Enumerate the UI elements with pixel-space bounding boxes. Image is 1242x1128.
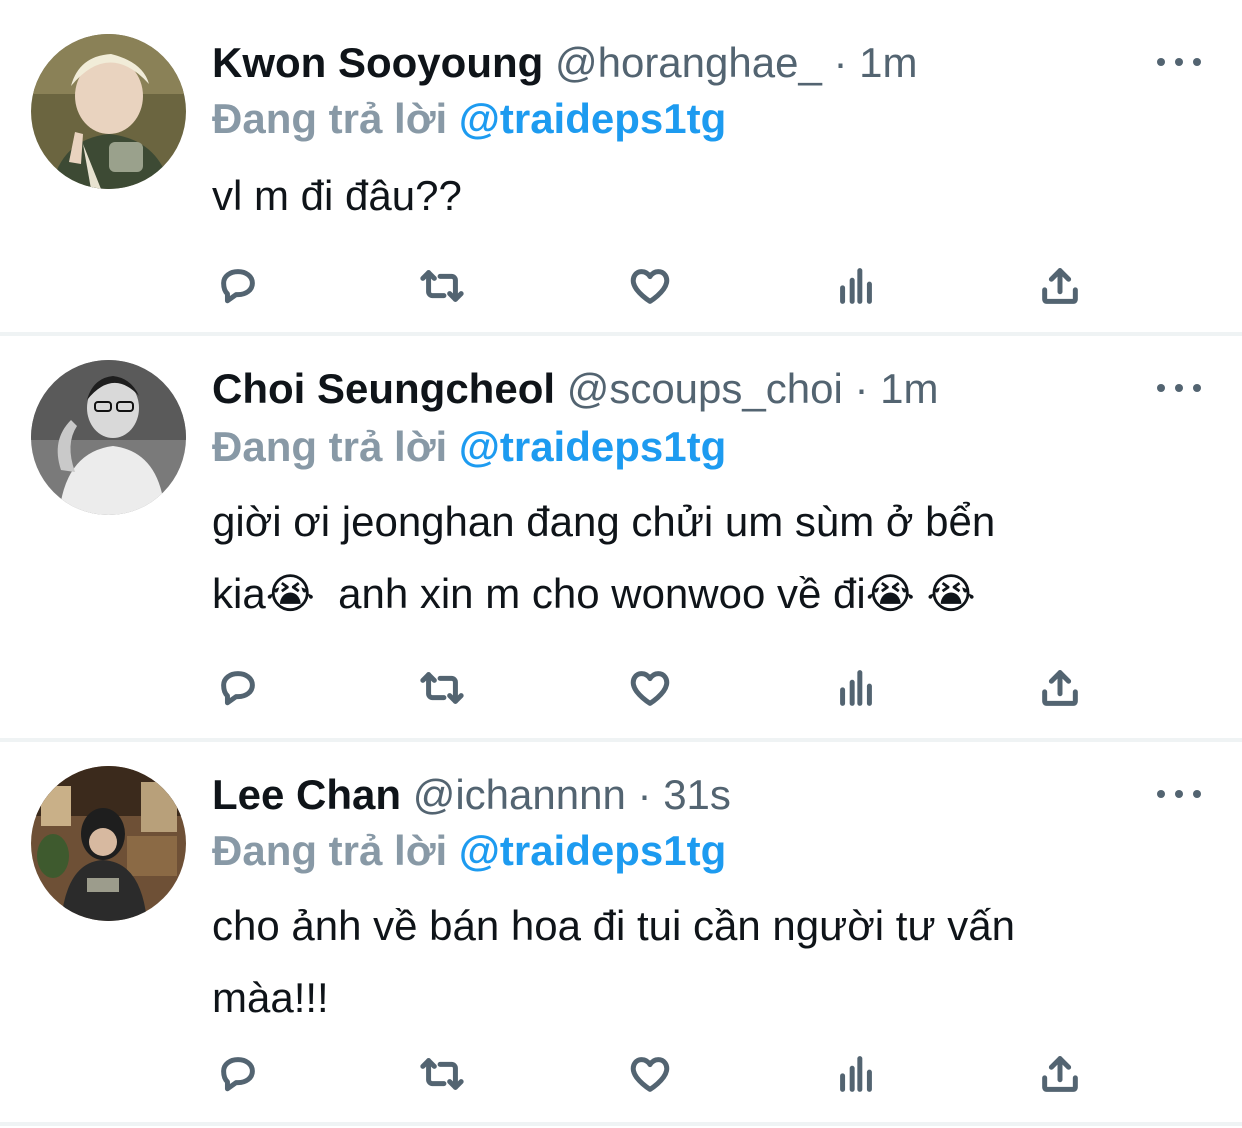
action-bar: [0, 1048, 1242, 1100]
tweet[interactable]: Lee Chan @ichannnn · 31s Đang trả lời @t…: [0, 742, 1242, 1122]
avatar-photo-icon: [31, 766, 186, 921]
author-handle[interactable]: @ichannnn: [413, 771, 626, 818]
share-icon[interactable]: [1034, 1048, 1086, 1100]
replying-to-handle[interactable]: @traideps1tg: [459, 95, 726, 142]
retweet-icon[interactable]: [416, 1048, 468, 1100]
author-name[interactable]: Kwon Sooyoung: [212, 39, 543, 86]
more-options-icon[interactable]: [1157, 784, 1201, 804]
action-bar: [0, 260, 1242, 312]
avatar-photo-icon: [31, 360, 186, 515]
author-handle[interactable]: @scoups_choi: [567, 365, 843, 412]
avatar[interactable]: [31, 360, 186, 515]
replying-to-label: Đang trả lời: [212, 827, 448, 874]
like-icon[interactable]: [624, 1048, 676, 1100]
tweet[interactable]: Choi Seungcheol @scoups_choi · 1m Đang t…: [0, 336, 1242, 738]
replying-to-handle[interactable]: @traideps1tg: [459, 423, 726, 470]
reply-icon[interactable]: [212, 662, 264, 714]
share-icon[interactable]: [1034, 662, 1086, 714]
divider: [0, 1122, 1242, 1126]
separator: ·: [833, 39, 848, 86]
author-name[interactable]: Choi Seungcheol: [212, 365, 555, 412]
reply-icon[interactable]: [212, 1048, 264, 1100]
retweet-icon[interactable]: [416, 260, 468, 312]
timestamp[interactable]: 1m: [859, 39, 917, 86]
views-icon[interactable]: [830, 260, 882, 312]
views-icon[interactable]: [830, 662, 882, 714]
avatar[interactable]: [31, 34, 186, 189]
avatar-photo-icon: [31, 34, 186, 189]
tweet[interactable]: Kwon Sooyoung @horanghae_ · 1m Đang trả …: [0, 0, 1242, 332]
tweet-text: vl m đi đâu??: [212, 172, 462, 219]
share-icon[interactable]: [1034, 260, 1086, 312]
more-options-icon[interactable]: [1157, 52, 1201, 72]
views-icon[interactable]: [830, 1048, 882, 1100]
separator: ·: [854, 365, 869, 412]
like-icon[interactable]: [624, 662, 676, 714]
tweet-text: giời ơi jeonghan đang chửi um sùm ở bển …: [212, 498, 996, 617]
like-icon[interactable]: [624, 260, 676, 312]
avatar[interactable]: [31, 766, 186, 921]
replying-to-handle[interactable]: @traideps1tg: [459, 827, 726, 874]
more-options-icon[interactable]: [1157, 378, 1201, 398]
reply-icon[interactable]: [212, 260, 264, 312]
separator: ·: [637, 771, 652, 818]
action-bar: [0, 662, 1242, 714]
replying-to-label: Đang trả lời: [212, 423, 448, 470]
author-name[interactable]: Lee Chan: [212, 771, 401, 818]
timestamp[interactable]: 31s: [663, 771, 731, 818]
retweet-icon[interactable]: [416, 662, 468, 714]
author-handle[interactable]: @horanghae_: [555, 39, 822, 86]
tweet-text: cho ảnh về bán hoa đi tui cần người tư v…: [212, 902, 1015, 1021]
timestamp[interactable]: 1m: [880, 365, 938, 412]
replying-to-label: Đang trả lời: [212, 95, 448, 142]
